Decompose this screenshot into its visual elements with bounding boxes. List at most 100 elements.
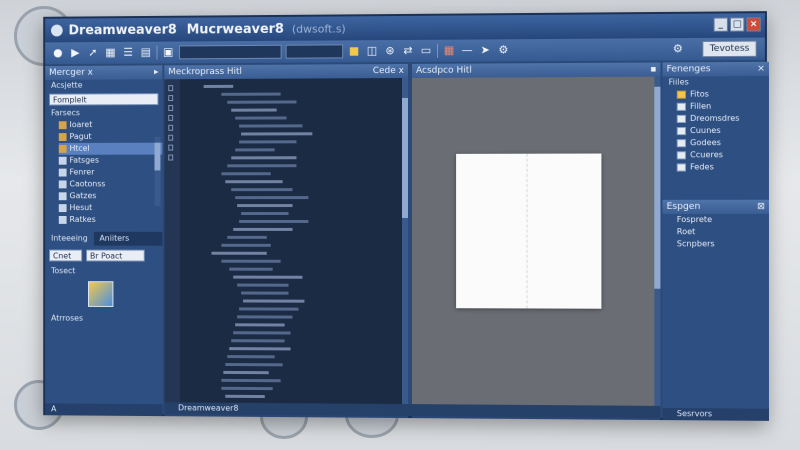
grid-icon[interactable]: ▦ [104,46,118,60]
assets-item[interactable]: Fosprete [662,214,768,226]
code-line [241,212,288,215]
fold-marker-icon[interactable] [168,105,173,111]
panel-menu-icon[interactable]: ▸ [154,65,158,79]
code-line [235,148,275,151]
tree-item[interactable]: Pagut [59,131,163,143]
site-select[interactable]: Fomplelt [49,93,158,105]
files-panel-title: Fenenges [667,62,711,76]
fold-marker-icon[interactable] [168,95,173,101]
code-line [237,204,292,207]
toolbar-right-button[interactable]: Tevotess [703,41,757,58]
fold-marker-icon[interactable] [168,145,173,151]
fold-marker-icon[interactable] [168,125,173,131]
tree-item[interactable]: Fatsges [59,155,163,167]
folder-icon[interactable]: ■ [347,44,361,58]
image-icon[interactable]: ▣ [161,46,175,60]
fold-marker-icon[interactable] [168,135,173,141]
tree-item[interactable]: Ioaret [59,119,163,131]
code-line [233,331,290,334]
design-view-panel: Acsdpco Hitl ▪ Itm [412,62,660,420]
row-label[interactable]: Cnet [49,250,82,262]
code-line [225,395,264,398]
file-item[interactable]: Cuunes [662,125,768,137]
code-line [231,188,292,191]
right-panel-status: Sesrvors [662,408,768,421]
asset-thumbnail[interactable] [88,281,113,307]
code-line [231,109,276,112]
fold-marker-icon[interactable] [168,155,173,161]
fold-marker-icon[interactable] [168,115,173,121]
toolbar-field[interactable] [286,44,344,58]
window-title: Dreamweaver8 [69,22,177,38]
design-view-title: Acsdpco Hitl [416,64,472,78]
code-line [227,236,267,239]
tab-interactions[interactable]: Inteeeing [45,232,93,246]
file-icon [59,216,67,224]
file-icon [677,115,686,123]
scrollbar-thumb[interactable] [155,143,161,171]
tree-item-selected[interactable]: Htcel [59,143,163,155]
tree-item[interactable]: Hesut [59,202,163,214]
scrollbar-thumb[interactable] [402,98,408,218]
footer-item[interactable]: Atrroses [45,313,162,325]
design-scrollbar[interactable] [654,77,660,406]
code-line [239,220,308,223]
arrow-icon[interactable]: ➤ [478,43,492,57]
table-icon[interactable]: ▤ [139,46,153,60]
transfer-icon[interactable]: ⇄ [401,44,415,58]
code-line [227,164,296,167]
assets-item[interactable]: Roet [662,226,768,238]
scrollbar-thumb[interactable] [654,87,660,289]
code-line [221,93,280,96]
cursor-icon[interactable]: ➚ [86,46,100,60]
assets-panel-header: Espgen ⊠ [662,200,768,214]
dash-icon[interactable]: — [460,44,474,58]
globe-icon[interactable]: ⊛ [383,44,397,58]
code-line [227,355,274,358]
code-line [239,124,302,127]
tree-item[interactable]: Ratkes [59,214,163,226]
toolbar-dropdown[interactable] [179,45,282,60]
file-item[interactable]: Ccueres [662,149,768,161]
file-item[interactable]: Fedes [662,161,768,173]
files-folder[interactable]: Fitos [662,88,768,101]
tools-icon[interactable]: ⚙ [496,43,510,57]
code-line [225,180,282,183]
file-item[interactable]: Fillen [662,100,768,113]
minimize-button[interactable]: _ [714,18,728,32]
left-panel-status: A [45,403,162,416]
panel-menu-icon[interactable]: ⊠ [757,200,765,214]
assets-item[interactable]: Scnpbers [662,238,768,250]
new-icon[interactable]: ● [51,46,65,60]
panel-close-icon[interactable]: ▪ [650,62,656,76]
tree-item[interactable]: Caotonss [59,178,163,190]
tree-item[interactable]: Gatzes [59,190,163,202]
left-panel-tabs: Inteeeing Aniiters [45,232,162,246]
code-line [241,292,288,295]
code-scrollbar[interactable] [402,78,408,404]
main-window: Dreamweaver8 Mucrweaver8 (dwsoft.s) _ □ … [43,11,767,421]
maximize-button[interactable]: □ [730,17,744,31]
file-item[interactable]: Godees [662,137,768,149]
close-button[interactable]: × [746,17,760,31]
settings-icon[interactable]: ⚙ [671,42,685,56]
calendar-icon[interactable]: ▦ [442,44,456,58]
row-value[interactable]: Br Poact [86,250,145,262]
page-canvas[interactable] [456,154,601,309]
file-item[interactable]: Dreomsdres [662,113,768,126]
panel-menu-icon[interactable]: × [757,62,765,76]
play-icon[interactable]: ▶ [69,46,83,60]
tree-item[interactable]: Fenrer [59,166,163,178]
code-line [221,260,280,263]
left-panel-title: Mercger x [49,66,93,80]
code-tab[interactable]: Cede x [373,64,404,78]
left-panel-scrollbar[interactable] [155,137,161,206]
file-icon [59,192,67,200]
page-icon[interactable]: ▭ [419,44,433,58]
fold-marker-icon[interactable] [168,85,173,91]
toolbar-separator [156,46,157,60]
tab-animators[interactable]: Aniiters [94,232,136,246]
split-icon[interactable]: ◫ [365,44,379,58]
list-icon[interactable]: ☰ [121,46,135,60]
window-controls: _ □ × [714,17,761,32]
